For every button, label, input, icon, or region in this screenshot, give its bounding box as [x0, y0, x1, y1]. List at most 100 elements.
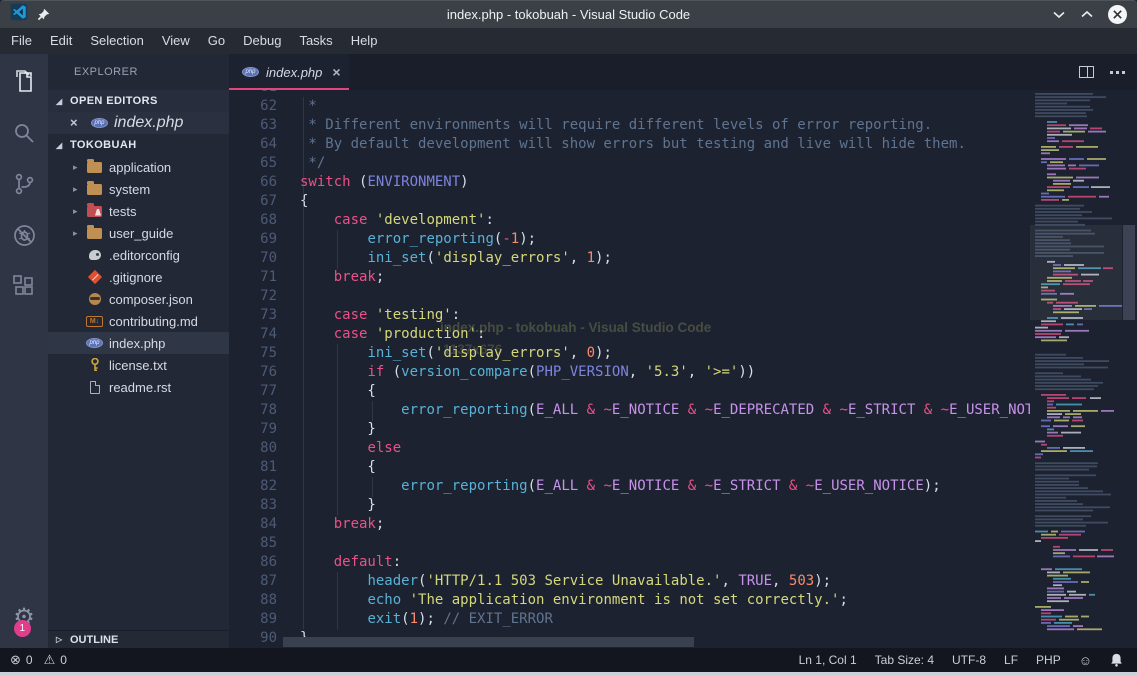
code-line-64[interactable]: 64 * By default development will show er… [229, 135, 1030, 154]
tree-item-application[interactable]: ▸application [48, 156, 229, 178]
menu-item-go[interactable]: Go [199, 28, 234, 54]
menu-item-tasks[interactable]: Tasks [290, 28, 341, 54]
code-line-65[interactable]: 65 */ [229, 154, 1030, 173]
tree-item-gitignore[interactable]: ▸.gitignore [48, 266, 229, 288]
section-twistie-icon: ◢ [56, 97, 66, 106]
minimap[interactable] [1030, 90, 1137, 648]
tree-item-contributing-md[interactable]: ▸M↓contributing.md [48, 310, 229, 332]
tab-index-php[interactable]: php index.php × [229, 54, 349, 90]
tree-item-index-php[interactable]: ▸phpindex.php [48, 332, 229, 354]
code-line-79[interactable]: 79 } [229, 420, 1030, 439]
code-line-75[interactable]: 75 ini_set('display_errors', 0); [229, 344, 1030, 363]
code-line-89[interactable]: 89 exit(1); // EXIT_ERROR [229, 610, 1030, 629]
code-line-82[interactable]: 82 error_reporting(E_ALL & ~E_NOTICE & ~… [229, 477, 1030, 496]
explorer-title: EXPLORER [48, 54, 229, 90]
tree-item-user-guide[interactable]: ▸user_guide [48, 222, 229, 244]
eol-type[interactable]: LF [1004, 653, 1018, 667]
open-editor-item[interactable]: × php index.php [48, 112, 229, 134]
code-line-63[interactable]: 63 * Different environments will require… [229, 116, 1030, 135]
line-number: 77 [229, 382, 300, 401]
outline-header[interactable]: ▷ OUTLINE [48, 630, 229, 648]
code-line-86[interactable]: 86 default: [229, 553, 1030, 572]
code-editor[interactable]: 61 *62 *63 * Different environments will… [229, 90, 1030, 648]
tab-size[interactable]: Tab Size: 4 [875, 653, 934, 667]
tree-item-system[interactable]: ▸system [48, 178, 229, 200]
code-text: ini_set('display_errors', 0); [300, 344, 612, 363]
close-button[interactable] [1108, 5, 1127, 24]
menu-item-edit[interactable]: Edit [41, 28, 81, 54]
code-line-78[interactable]: 78 error_reporting(E_ALL & ~E_NOTICE & ~… [229, 401, 1030, 420]
code-line-62[interactable]: 62 * [229, 97, 1030, 116]
line-number: 68 [229, 211, 300, 230]
feedback-smiley-icon[interactable]: ☺ [1079, 653, 1092, 668]
menu-item-view[interactable]: View [153, 28, 199, 54]
more-actions-icon[interactable] [1110, 71, 1125, 74]
activity-bar: ⚙ 1 [0, 54, 48, 648]
tree-item-readme-rst[interactable]: ▸readme.rst [48, 376, 229, 398]
tree-item-license-txt[interactable]: ▸license.txt [48, 354, 229, 376]
pin-icon[interactable] [37, 8, 50, 21]
code-line-69[interactable]: 69 error_reporting(-1); [229, 230, 1030, 249]
project-header[interactable]: ◢ TOKOBUAH [48, 134, 229, 156]
search-icon[interactable] [0, 110, 48, 156]
debug-icon[interactable] [0, 212, 48, 258]
code-line-71[interactable]: 71 break; [229, 268, 1030, 287]
explorer-icon[interactable] [0, 59, 48, 105]
settings-gear-icon[interactable]: ⚙ 1 [13, 606, 35, 630]
encoding[interactable]: UTF-8 [952, 653, 986, 667]
code-line-66[interactable]: 66switch (ENVIRONMENT) [229, 173, 1030, 192]
code-line-81[interactable]: 81 { [229, 458, 1030, 477]
code-line-70[interactable]: 70 ini_set('display_errors', 1); [229, 249, 1030, 268]
extensions-icon[interactable] [0, 263, 48, 309]
minimize-button[interactable] [1052, 10, 1066, 19]
code-line-68[interactable]: 68 case 'development': [229, 211, 1030, 230]
horizontal-scrollbar[interactable] [283, 637, 694, 647]
tab-close-icon[interactable]: × [332, 64, 340, 80]
errors-icon[interactable]: ⊗ [10, 652, 21, 668]
notifications-bell-icon[interactable] [1110, 653, 1123, 667]
tree-item-composer-json[interactable]: ▸composer.json [48, 288, 229, 310]
tree-item-label: application [109, 160, 171, 175]
tree-item-editorconfig[interactable]: ▸.editorconfig [48, 244, 229, 266]
menu-item-help[interactable]: Help [342, 28, 387, 54]
code-line-87[interactable]: 87 header('HTTP/1.1 503 Service Unavaila… [229, 572, 1030, 591]
split-editor-icon[interactable] [1079, 66, 1094, 78]
code-line-73[interactable]: 73 case 'testing': [229, 306, 1030, 325]
code-text: error_reporting(E_ALL & ~E_NOTICE & ~E_S… [300, 477, 941, 496]
code-line-83[interactable]: 83 } [229, 496, 1030, 515]
code-line-84[interactable]: 84 break; [229, 515, 1030, 534]
line-number: 87 [229, 572, 300, 591]
warnings-count[interactable]: 0 [60, 653, 67, 667]
menu-item-selection[interactable]: Selection [81, 28, 152, 54]
source-control-icon[interactable] [0, 161, 48, 207]
menu-item-file[interactable]: File [2, 28, 41, 54]
chevron-right-icon: ▸ [73, 184, 83, 195]
line-number: 63 [229, 116, 300, 135]
minimap-viewport[interactable] [1030, 225, 1122, 320]
code-line-88[interactable]: 88 echo 'The application environment is … [229, 591, 1030, 610]
code-line-77[interactable]: 77 { [229, 382, 1030, 401]
open-editors-header[interactable]: ◢ OPEN EDITORS [48, 90, 229, 112]
errors-count[interactable]: 0 [26, 653, 33, 667]
php-file-icon: php [91, 118, 108, 128]
chevron-right-icon: ▸ [73, 206, 83, 217]
language-mode[interactable]: PHP [1036, 653, 1061, 667]
tree-item-tests[interactable]: ▸ tests [48, 200, 229, 222]
code-line-67[interactable]: 67{ [229, 192, 1030, 211]
code-line-74[interactable]: 74 case 'production': [229, 325, 1030, 344]
menu-item-debug[interactable]: Debug [234, 28, 290, 54]
code-line-72[interactable]: 72 [229, 287, 1030, 306]
code-line-80[interactable]: 80 else [229, 439, 1030, 458]
close-editor-icon[interactable]: × [70, 117, 82, 129]
maximize-button[interactable] [1080, 10, 1094, 19]
vertical-scrollbar[interactable] [1123, 225, 1135, 320]
warnings-icon[interactable]: ⚠ [44, 652, 56, 668]
code-line-85[interactable]: 85 [229, 534, 1030, 553]
tree-item-label: tests [109, 204, 136, 219]
git-icon [86, 272, 103, 282]
cursor-position[interactable]: Ln 1, Col 1 [799, 653, 857, 667]
code-line-76[interactable]: 76 if (version_compare(PHP_VERSION, '5.3… [229, 363, 1030, 382]
code-line-61[interactable]: 61 * [229, 90, 1030, 97]
line-number: 81 [229, 458, 300, 477]
indent-guide [337, 230, 338, 269]
